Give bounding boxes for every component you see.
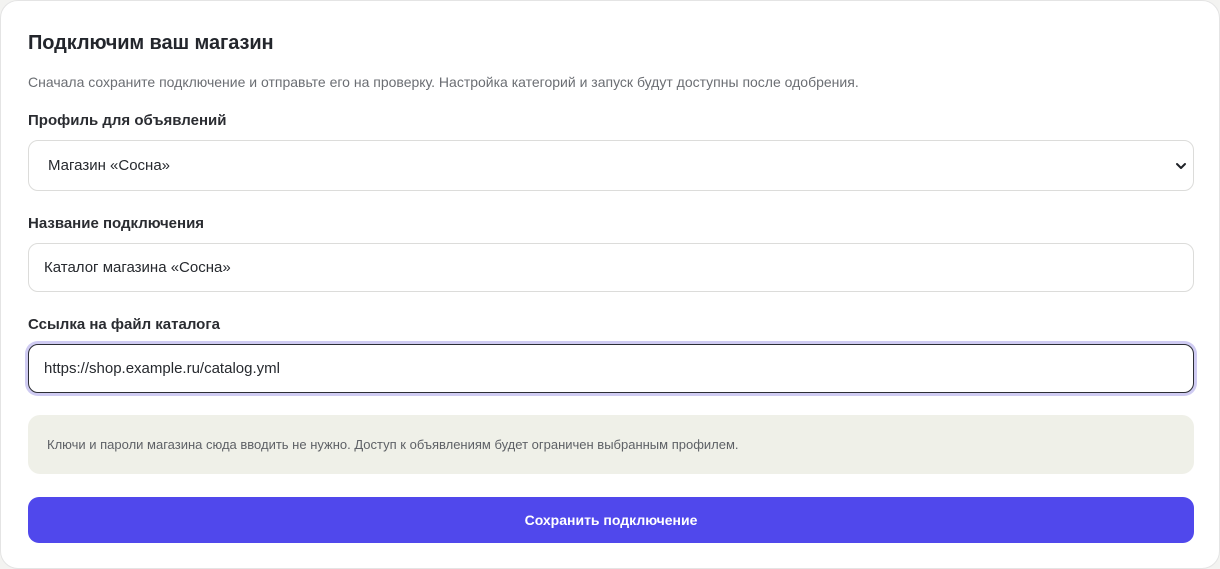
info-notice: Ключи и пароли магазина сюда вводить не … (28, 415, 1194, 474)
page-title: Подключим ваш магазин (28, 32, 274, 54)
catalog-url-label: Ссылка на файл каталога (28, 316, 220, 333)
connection-name-label: Название подключения (28, 215, 205, 232)
connect-shop-card: Подключим ваш магазин Сначала сохраните … (0, 0, 1220, 569)
info-notice-text: Ключи и пароли магазина сюда вводить не … (47, 437, 739, 452)
catalog-url-input[interactable]: https://shop.example.ru/catalog.yml (28, 344, 1194, 393)
profile-select[interactable]: Магазин «Сосна» (28, 140, 1194, 191)
profile-select-value: Магазин «Сосна» (48, 157, 171, 174)
profile-label: Профиль для объявлений (28, 112, 227, 129)
connection-name-value: Каталог магазина «Сосна» (44, 259, 231, 276)
save-connection-button[interactable]: Сохранить подключение (28, 497, 1194, 543)
catalog-url-value: https://shop.example.ru/catalog.yml (44, 360, 280, 377)
page-subtitle: Сначала сохраните подключение и отправьт… (28, 74, 859, 90)
chevron-down-icon (1176, 162, 1186, 169)
connection-name-input[interactable]: Каталог магазина «Сосна» (28, 243, 1194, 292)
save-connection-label: Сохранить подключение (524, 512, 698, 528)
